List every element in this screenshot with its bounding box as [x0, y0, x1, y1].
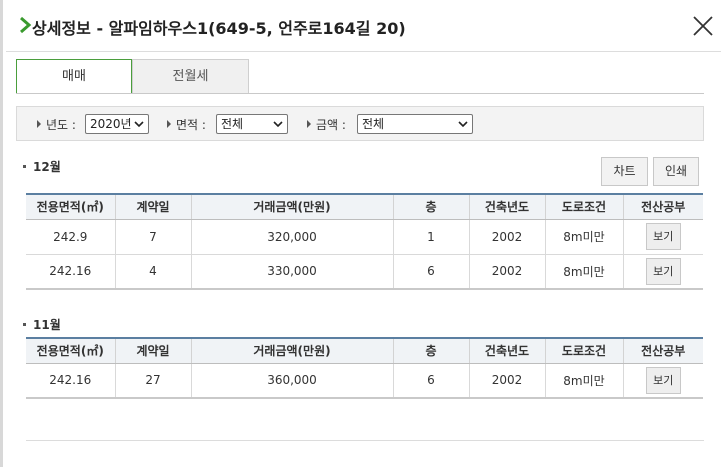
cell-road: 8m미만 — [544, 363, 623, 399]
amount-label-text: 금액 : — [316, 118, 346, 132]
col-header-contract-day: 계약일 — [114, 337, 191, 364]
bullet-dot-icon — [23, 323, 26, 326]
cell-area: 242.9 — [26, 219, 115, 255]
col-header-built-year: 건축년도 — [468, 337, 545, 364]
col-header-contract-day: 계약일 — [114, 193, 191, 220]
col-header-road: 도로조건 — [544, 337, 623, 364]
table-row: 242.16 27 360,000 6 2002 8m미만 보기 — [26, 363, 703, 399]
cell-registry: 보기 — [622, 363, 703, 399]
amount-filter-label: 금액 : — [307, 116, 346, 133]
area-label-text: 면적 : — [176, 118, 206, 132]
col-header-registry: 전산공부 — [622, 193, 703, 220]
modal-header: 상세정보 - 알파임하우스1(649-5, 언주로164길 20) — [6, 0, 721, 52]
col-header-price: 거래금액(만원) — [190, 193, 393, 220]
table-row: 242.9 7 320,000 1 2002 8m미만 보기 — [26, 219, 703, 255]
col-header-road: 도로조건 — [544, 193, 623, 220]
col-header-built-year: 건축년도 — [468, 193, 545, 220]
modal-title: 상세정보 - 알파임하우스1(649-5, 언주로164길 20) — [32, 19, 406, 38]
year-filter-label: 년도 : — [37, 116, 76, 133]
cell-registry: 보기 — [622, 219, 703, 255]
table-header-row: 전용면적(㎡) 계약일 거래금액(만원) 층 건축년도 도로조건 전산공부 — [26, 337, 703, 364]
section-title-text: 12월 — [33, 160, 61, 174]
col-header-area: 전용면적(㎡) — [26, 193, 115, 220]
content-divider — [26, 440, 704, 441]
chevron-down-icon — [134, 121, 144, 128]
bullet-triangle-icon — [307, 120, 311, 128]
area-select[interactable]: 전체 — [216, 114, 288, 134]
cell-price: 330,000 — [190, 254, 393, 290]
filter-bar: 년도 : 2020년 면적 : 전체 금액 : 전체 — [16, 106, 704, 141]
cell-contract-day: 7 — [114, 219, 191, 255]
tab-sale[interactable]: 매매 — [16, 59, 132, 94]
area-select-value: 전체 — [221, 117, 244, 131]
tab-bar: 매매 전월세 — [16, 59, 249, 94]
cell-price: 360,000 — [190, 363, 393, 399]
chevron-down-icon — [273, 121, 283, 128]
print-button[interactable]: 인쇄 — [653, 157, 699, 186]
col-header-price: 거래금액(만원) — [190, 337, 393, 364]
chevron-down-icon — [458, 121, 468, 128]
bullet-triangle-icon — [167, 120, 171, 128]
close-icon[interactable] — [692, 15, 714, 37]
cell-registry: 보기 — [622, 254, 703, 290]
cell-floor: 6 — [392, 363, 469, 399]
col-header-floor: 층 — [392, 337, 469, 364]
cell-area: 242.16 — [26, 254, 115, 290]
cell-contract-day: 27 — [114, 363, 191, 399]
cell-built-year: 2002 — [468, 219, 545, 255]
section-title-december: 12월 — [23, 158, 61, 175]
col-header-registry: 전산공부 — [622, 337, 703, 364]
table-header-row: 전용면적(㎡) 계약일 거래금액(만원) 층 건축년도 도로조건 전산공부 — [26, 193, 703, 220]
amount-select[interactable]: 전체 — [357, 114, 473, 134]
table-row: 242.16 4 330,000 6 2002 8m미만 보기 — [26, 254, 703, 290]
cell-road: 8m미만 — [544, 254, 623, 290]
amount-select-value: 전체 — [362, 117, 385, 131]
cell-built-year: 2002 — [468, 363, 545, 399]
section-title-text: 11월 — [33, 318, 61, 332]
bullet-dot-icon — [23, 165, 26, 168]
cell-contract-day: 4 — [114, 254, 191, 290]
detail-modal: 상세정보 - 알파임하우스1(649-5, 언주로164길 20) 매매 전월세… — [0, 0, 721, 467]
view-button[interactable]: 보기 — [645, 366, 681, 394]
trade-table-december: 전용면적(㎡) 계약일 거래금액(만원) 층 건축년도 도로조건 전산공부 24… — [26, 193, 703, 290]
col-header-area: 전용면적(㎡) — [26, 337, 115, 364]
year-label-text: 년도 : — [46, 118, 76, 132]
cell-price: 320,000 — [190, 219, 393, 255]
cell-area: 242.16 — [26, 363, 115, 399]
cell-road: 8m미만 — [544, 219, 623, 255]
chevron-right-icon — [20, 16, 32, 34]
cell-floor: 1 — [392, 219, 469, 255]
cell-floor: 6 — [392, 254, 469, 290]
cell-built-year: 2002 — [468, 254, 545, 290]
view-button[interactable]: 보기 — [645, 223, 681, 250]
tab-divider — [16, 93, 704, 94]
col-header-floor: 층 — [392, 193, 469, 220]
trade-table-november: 전용면적(㎡) 계약일 거래금액(만원) 층 건축년도 도로조건 전산공부 24… — [26, 337, 703, 399]
section-title-november: 11월 — [23, 316, 61, 333]
year-select-value: 2020년 — [90, 117, 132, 131]
area-filter-label: 면적 : — [167, 116, 206, 133]
tab-rent[interactable]: 전월세 — [132, 59, 249, 94]
chart-button[interactable]: 차트 — [601, 157, 648, 186]
view-button[interactable]: 보기 — [645, 257, 681, 285]
year-select[interactable]: 2020년 — [85, 114, 149, 134]
bullet-triangle-icon — [37, 120, 41, 128]
